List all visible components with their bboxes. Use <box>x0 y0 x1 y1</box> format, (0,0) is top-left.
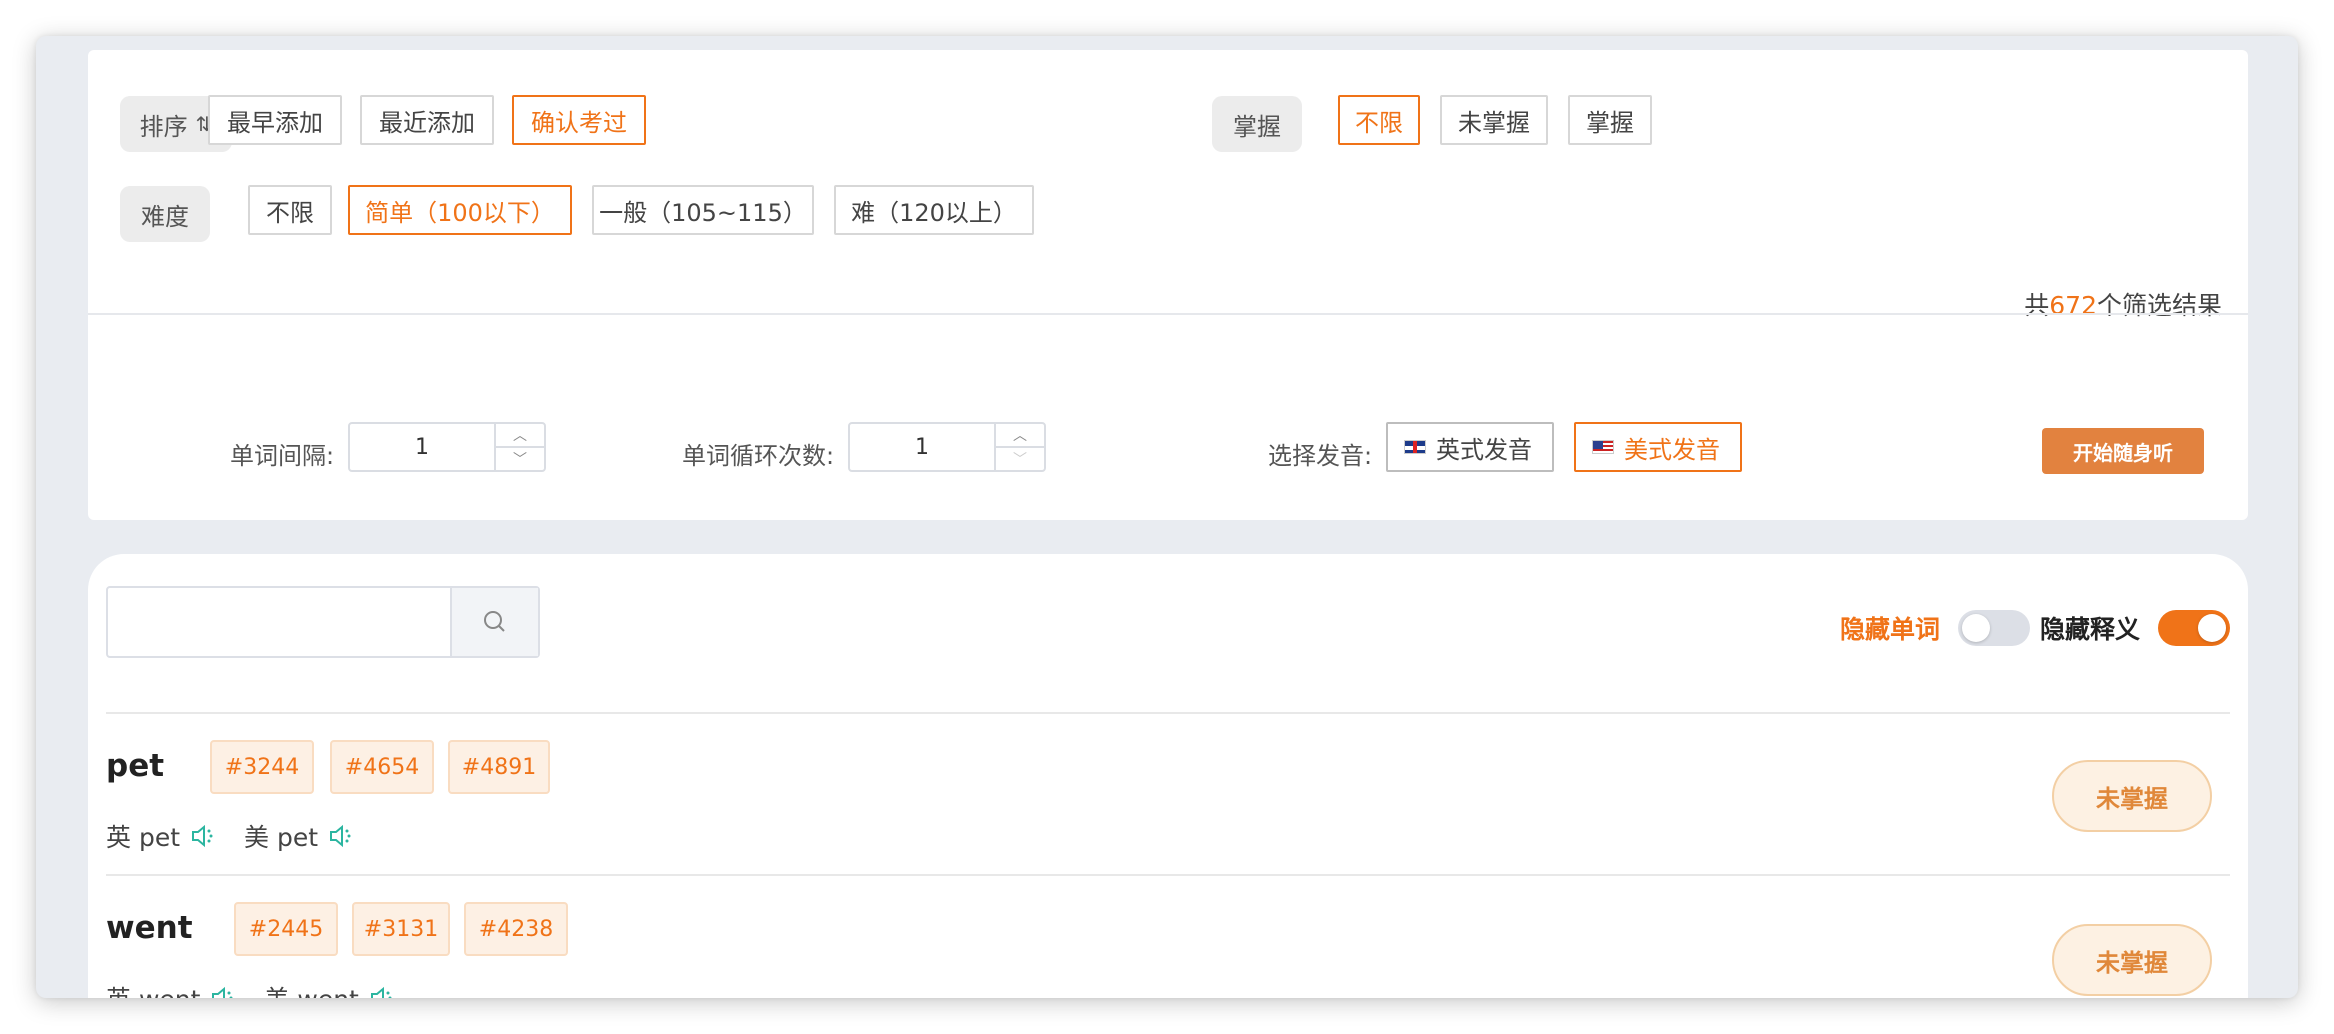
hide-meaning-label: 隐藏释义 <box>2040 615 2141 644</box>
loop-label: 单词循环次数: <box>682 442 835 470</box>
result-count: 共672个筛选结果 <box>2024 286 2222 322</box>
search-button[interactable] <box>450 588 538 656</box>
mastery-label: 掌握 <box>1212 96 1302 152</box>
us-pronunciation-label: 美 went <box>264 980 358 998</box>
mastery-option-unmastered[interactable]: 未掌握 <box>1440 95 1548 145</box>
hide-word-toggle[interactable] <box>1958 610 2030 646</box>
toggle-knob <box>2198 614 2226 642</box>
difficulty-label: 难度 <box>120 186 210 242</box>
search-icon <box>484 611 505 632</box>
interval-label: 单词间隔: <box>230 442 335 470</box>
filter-panel: 排序 ⇅ 最早添加 最近添加 确认考过 掌握 不限 未掌握 掌握 难度 不限 简… <box>88 50 2248 520</box>
word-list-panel: 隐藏单词 隐藏释义 pet #3244 #4654 #4891 英 pet 美 … <box>88 554 2248 998</box>
word-tag[interactable]: #3244 <box>210 740 314 794</box>
voice-label: 选择发音: <box>1268 442 1373 470</box>
difficulty-option-medium[interactable]: 一般（105~115） <box>592 185 814 235</box>
word-tag[interactable]: #4654 <box>330 740 434 794</box>
toggle-knob <box>1962 614 1990 642</box>
sort-option-earliest[interactable]: 最早添加 <box>208 95 342 145</box>
result-prefix: 共 <box>2024 291 2050 320</box>
difficulty-option-hard[interactable]: 难（120以上） <box>834 185 1034 235</box>
start-listening-button[interactable]: 开始随身听 <box>2042 428 2204 474</box>
hide-meaning-toggle[interactable] <box>2158 610 2230 646</box>
voice-option-us[interactable]: 美式发音 <box>1574 422 1742 472</box>
word-text: went <box>106 910 193 946</box>
voice-option-uk[interactable]: 英式发音 <box>1386 422 1554 472</box>
speaker-icon[interactable] <box>190 824 216 848</box>
loop-stepper[interactable]: 1 ︿ ﹀ <box>848 422 1046 472</box>
speaker-icon[interactable] <box>369 986 395 998</box>
speaker-icon[interactable] <box>210 986 236 998</box>
chevron-up-icon[interactable]: ︿ <box>496 424 544 446</box>
sort-option-confirmed[interactable]: 确认考过 <box>512 95 646 145</box>
search-input[interactable] <box>108 588 450 656</box>
chevron-down-icon[interactable]: ﹀ <box>496 446 544 470</box>
pronunciation-row: 英 pet 美 pet <box>106 818 368 854</box>
uk-pronunciation-label: 英 went <box>106 980 200 998</box>
row-divider <box>106 712 2230 714</box>
word-tag[interactable]: #3131 <box>352 902 450 956</box>
uk-flag-icon <box>1404 440 1426 454</box>
difficulty-option-any[interactable]: 不限 <box>248 185 332 235</box>
uk-pronunciation-label: 英 pet <box>106 823 180 852</box>
word-tag[interactable]: #4891 <box>448 740 550 794</box>
speaker-icon[interactable] <box>328 824 354 848</box>
app-window: 排序 ⇅ 最早添加 最近添加 确认考过 掌握 不限 未掌握 掌握 难度 不限 简… <box>36 36 2298 998</box>
result-suffix: 个筛选结果 <box>2096 291 2222 320</box>
result-number: 672 <box>2049 291 2097 320</box>
chevron-down-icon[interactable]: ﹀ <box>996 446 1044 470</box>
voice-option-uk-label: 英式发音 <box>1436 435 1532 464</box>
interval-value[interactable]: 1 <box>350 424 494 470</box>
difficulty-option-easy[interactable]: 简单（100以下） <box>348 185 572 235</box>
pronunciation-row: 英 went 美 went <box>106 980 409 998</box>
sort-option-latest[interactable]: 最近添加 <box>360 95 494 145</box>
chevron-up-icon[interactable]: ︿ <box>996 424 1044 446</box>
sort-label-text: 排序 <box>139 112 188 141</box>
mastery-option-mastered[interactable]: 掌握 <box>1568 95 1652 145</box>
us-pronunciation-label: 美 pet <box>244 823 318 852</box>
mastery-option-any[interactable]: 不限 <box>1338 95 1420 145</box>
word-tag[interactable]: #4238 <box>464 902 568 956</box>
search-box <box>106 586 540 658</box>
word-text: pet <box>106 748 165 784</box>
word-tag[interactable]: #2445 <box>234 902 338 956</box>
filter-divider <box>88 313 2248 315</box>
hide-word-label: 隐藏单词 <box>1840 615 1941 644</box>
loop-value[interactable]: 1 <box>850 424 994 470</box>
interval-stepper[interactable]: 1 ︿ ﹀ <box>348 422 546 472</box>
voice-option-us-label: 美式发音 <box>1624 435 1720 464</box>
row-divider <box>106 874 2230 876</box>
mastery-status-button[interactable]: 未掌握 <box>2052 924 2212 996</box>
mastery-status-button[interactable]: 未掌握 <box>2052 760 2212 832</box>
us-flag-icon <box>1592 440 1614 454</box>
